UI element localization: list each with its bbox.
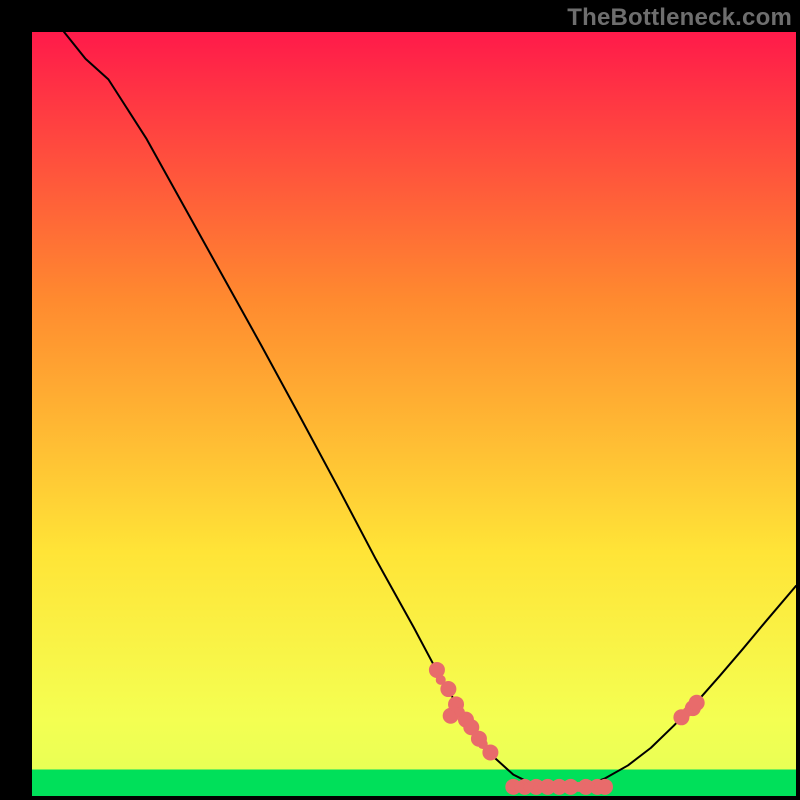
- data-marker: [683, 707, 693, 717]
- data-marker: [478, 739, 488, 749]
- data-marker: [436, 675, 446, 685]
- watermark-text: TheBottleneck.com: [567, 4, 792, 32]
- data-marker: [585, 782, 595, 792]
- data-marker: [455, 707, 465, 717]
- plot-background: [32, 32, 796, 796]
- data-marker: [597, 779, 613, 795]
- chart-container: TheBottleneck.com: [0, 0, 800, 800]
- data-marker: [548, 782, 558, 792]
- data-marker: [573, 782, 583, 792]
- data-marker: [514, 782, 524, 792]
- bottleneck-chart: [0, 0, 800, 800]
- data-marker: [524, 782, 534, 792]
- data-marker: [537, 782, 547, 792]
- data-marker: [689, 695, 705, 711]
